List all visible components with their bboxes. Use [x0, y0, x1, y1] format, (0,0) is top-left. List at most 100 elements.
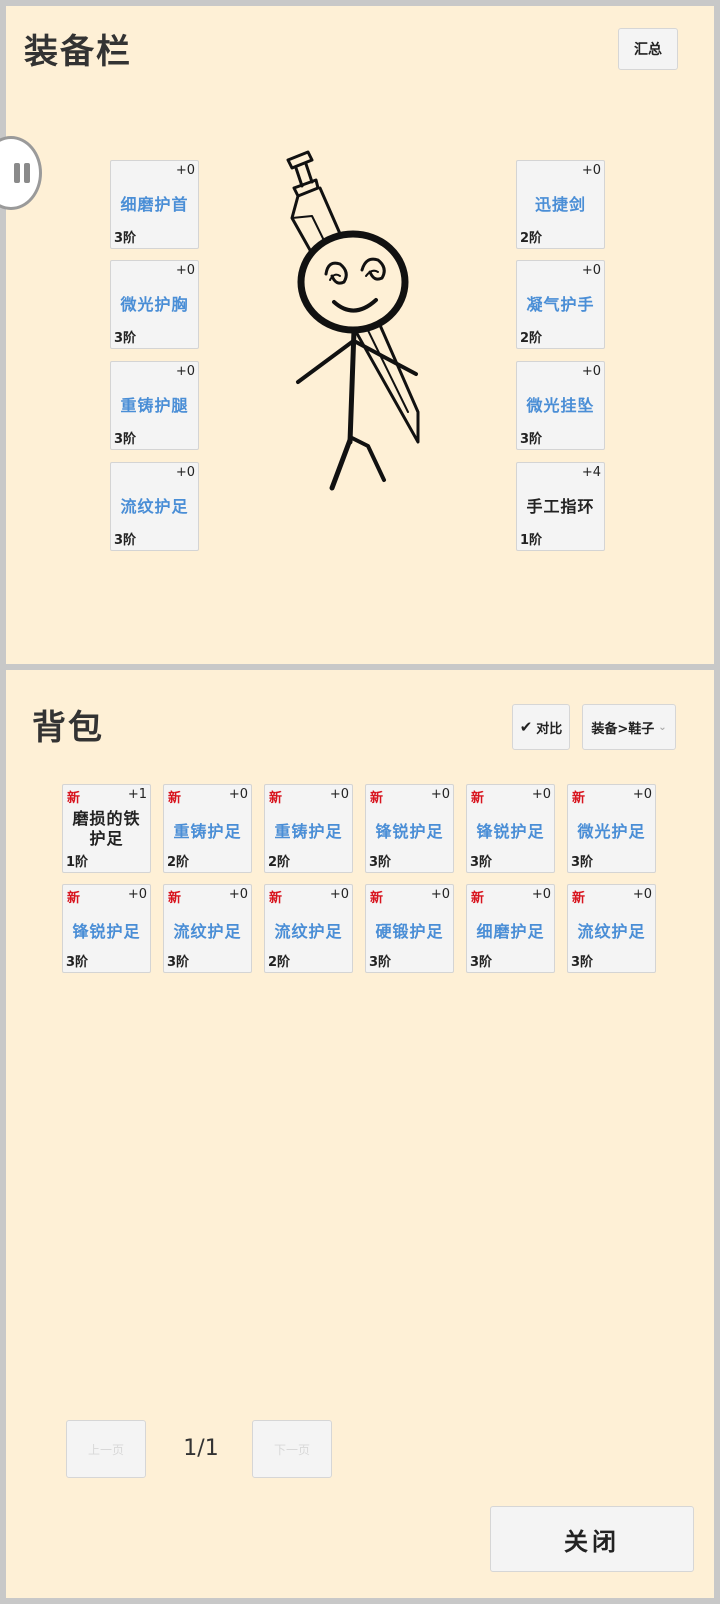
equip-slot-gloves[interactable]: +0 凝气护手 2阶 — [516, 260, 605, 349]
item-level: +0 — [531, 787, 551, 802]
bag-item[interactable]: 新 +0 流纹护足 2阶 — [264, 884, 353, 973]
item-level: +0 — [531, 887, 551, 902]
item-name: 锋锐护足 — [476, 822, 545, 841]
page-indicator: 1/1 — [183, 1436, 219, 1461]
equip-slot-pendant[interactable]: +0 微光挂坠 3阶 — [516, 361, 605, 450]
item-tier: 3阶 — [470, 955, 493, 970]
item-tier: 2阶 — [268, 855, 291, 870]
item-tier: 3阶 — [369, 855, 392, 870]
equip-slot-weapon[interactable]: +0 迅捷剑 2阶 — [516, 160, 605, 249]
backpack-title: 背包 — [32, 708, 104, 748]
item-name: 硬锻护足 — [375, 922, 444, 941]
new-badge: 新 — [572, 791, 586, 806]
item-tier: 3阶 — [571, 955, 594, 970]
slot-tier: 3阶 — [520, 432, 543, 447]
slot-name: 微光护胸 — [120, 295, 189, 314]
item-level: +0 — [430, 787, 450, 802]
summary-button[interactable]: 汇总 — [618, 28, 678, 70]
new-badge: 新 — [67, 791, 81, 806]
item-name: 流纹护足 — [173, 922, 242, 941]
bag-item[interactable]: 新 +0 细磨护足 3阶 — [466, 884, 555, 973]
bag-item[interactable]: 新 +0 锋锐护足 3阶 — [365, 784, 454, 873]
item-level: +0 — [632, 887, 652, 902]
equip-slot-feet[interactable]: +0 流纹护足 3阶 — [110, 462, 199, 551]
slot-tier: 3阶 — [114, 432, 137, 447]
check-icon: ✔ — [519, 718, 533, 736]
equipment-title: 装备栏 — [24, 32, 132, 72]
bag-item[interactable]: 新 +1 磨损的铁 护足 1阶 — [62, 784, 151, 873]
item-level: +0 — [329, 887, 349, 902]
item-level: +0 — [228, 787, 248, 802]
bag-item[interactable]: 新 +0 重铸护足 2阶 — [264, 784, 353, 873]
item-name: 重铸护足 — [173, 822, 242, 841]
filter-value: 装备>鞋子 — [591, 721, 655, 737]
new-badge: 新 — [269, 791, 283, 806]
stickman-character-figure — [286, 150, 420, 491]
slot-level: +0 — [175, 263, 195, 278]
floating-pause-button[interactable] — [0, 136, 42, 210]
bag-item[interactable]: 新 +0 重铸护足 2阶 — [163, 784, 252, 873]
equip-slot-ring[interactable]: +4 手工指环 1阶 — [516, 462, 605, 551]
chevron-down-icon: ⌄ — [658, 721, 667, 733]
new-badge: 新 — [168, 791, 182, 806]
item-tier: 3阶 — [470, 855, 493, 870]
new-badge: 新 — [168, 891, 182, 906]
item-name: 锋锐护足 — [375, 822, 444, 841]
slot-name: 迅捷剑 — [534, 195, 586, 214]
equip-slot-helmet[interactable]: +0 细磨护首 3阶 — [110, 160, 199, 249]
slot-level: +0 — [581, 163, 601, 178]
item-name: 流纹护足 — [274, 922, 343, 941]
bag-item[interactable]: 新 +0 锋锐护足 3阶 — [466, 784, 555, 873]
slot-tier: 3阶 — [114, 533, 137, 548]
slot-level: +0 — [175, 163, 195, 178]
slot-level: +0 — [175, 364, 195, 379]
slot-level: +0 — [581, 263, 601, 278]
bag-item[interactable]: 新 +0 流纹护足 3阶 — [567, 884, 656, 973]
new-badge: 新 — [269, 891, 283, 906]
item-tier: 2阶 — [167, 855, 190, 870]
new-badge: 新 — [471, 791, 485, 806]
item-name: 微光护足 — [577, 822, 646, 841]
equipment-panel: 装备栏 汇总 +0 细磨护首 3阶 +0 微光护胸 3阶 +0 重铸护腿 3阶 … — [0, 6, 714, 664]
compare-label: 对比 — [536, 721, 563, 737]
item-level: +0 — [632, 787, 652, 802]
equip-slot-chest[interactable]: +0 微光护胸 3阶 — [110, 260, 199, 349]
close-button[interactable]: 关闭 — [490, 1506, 694, 1572]
slot-tier: 3阶 — [114, 231, 137, 246]
slot-tier: 2阶 — [520, 231, 543, 246]
item-name: 磨损的铁 护足 — [65, 809, 148, 849]
compare-toggle[interactable]: ✔ 对比 — [512, 704, 570, 750]
slot-name: 细磨护首 — [120, 195, 189, 214]
item-level: +0 — [329, 787, 349, 802]
item-tier: 3阶 — [369, 955, 392, 970]
item-tier: 2阶 — [268, 955, 291, 970]
item-level: +1 — [127, 787, 147, 802]
bag-item[interactable]: 新 +0 微光护足 3阶 — [567, 784, 656, 873]
item-level: +0 — [228, 887, 248, 902]
slot-name: 凝气护手 — [526, 295, 595, 314]
next-page-button[interactable]: 下一页 — [252, 1420, 332, 1478]
new-badge: 新 — [370, 891, 384, 906]
slot-level: +4 — [581, 465, 601, 480]
item-tier: 3阶 — [571, 855, 594, 870]
pause-icon — [14, 163, 30, 183]
item-name: 流纹护足 — [577, 922, 646, 941]
category-filter-select[interactable]: 装备>鞋子 ⌄ — [582, 704, 676, 750]
item-level: +0 — [127, 887, 147, 902]
new-badge: 新 — [471, 891, 485, 906]
new-badge: 新 — [67, 891, 81, 906]
prev-page-button[interactable]: 上一页 — [66, 1420, 146, 1478]
slot-tier: 3阶 — [114, 331, 137, 346]
slot-level: +0 — [581, 364, 601, 379]
equip-slot-legs[interactable]: +0 重铸护腿 3阶 — [110, 361, 199, 450]
item-name: 细磨护足 — [476, 922, 545, 941]
item-level: +0 — [430, 887, 450, 902]
slot-name: 手工指环 — [526, 497, 595, 516]
bag-item[interactable]: 新 +0 锋锐护足 3阶 — [62, 884, 151, 973]
bag-item[interactable]: 新 +0 硬锻护足 3阶 — [365, 884, 454, 973]
bag-item[interactable]: 新 +0 流纹护足 3阶 — [163, 884, 252, 973]
new-badge: 新 — [572, 891, 586, 906]
slot-level: +0 — [175, 465, 195, 480]
slot-name: 微光挂坠 — [526, 396, 595, 415]
slot-tier: 2阶 — [520, 331, 543, 346]
